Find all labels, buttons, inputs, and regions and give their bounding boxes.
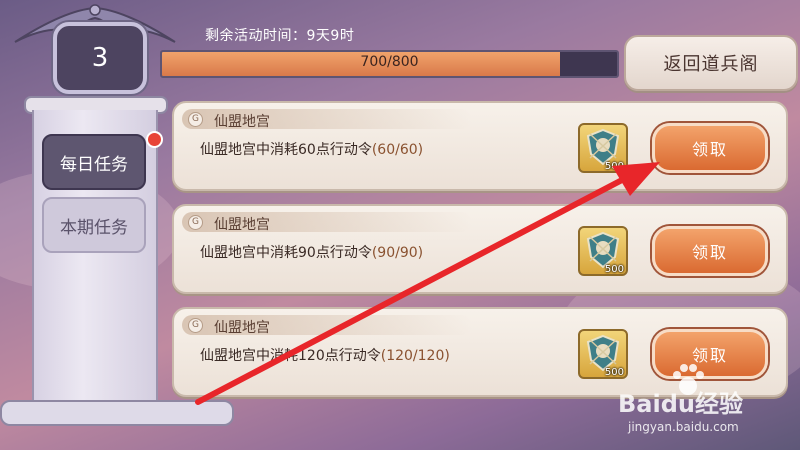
task-card: G 仙盟地宫 仙盟地宫中消耗60点行动令(60/60) 500 领取 <box>172 101 788 191</box>
task-description: 仙盟地宫中消耗60点行动令(60/60) <box>200 139 423 159</box>
bullet-icon: G <box>188 318 203 333</box>
bullet-icon: G <box>188 112 203 127</box>
task-progress: (90/90) <box>371 245 424 261</box>
return-button[interactable]: 返回道兵阁 <box>624 35 798 91</box>
task-title: 仙盟地宫 <box>214 320 270 336</box>
card-header: G 仙盟地宫 <box>182 109 472 130</box>
reward-count: 500 <box>604 161 624 172</box>
task-desc-text: 仙盟地宫中消耗120点行动令 <box>200 348 381 364</box>
card-header: G 仙盟地宫 <box>182 315 472 336</box>
level-number: 3 <box>53 22 147 94</box>
claim-button[interactable]: 领取 <box>652 226 768 276</box>
notification-dot <box>146 131 163 148</box>
level-badge-frame: 3 <box>0 0 190 95</box>
progress-text: 700/800 <box>360 54 419 70</box>
task-description: 仙盟地宫中消耗120点行动令(120/120) <box>200 345 450 365</box>
progress-bar: 700/800 <box>160 50 619 78</box>
tab-period-tasks[interactable]: 本期任务 <box>42 197 146 253</box>
task-progress: (60/60) <box>371 142 424 158</box>
task-progress: (120/120) <box>380 348 450 364</box>
task-card: G 仙盟地宫 仙盟地宫中消耗90点行动令(90/90) 500 领取 <box>172 204 788 294</box>
watermark: Baidu经验 jingyan.baidu.com <box>588 360 798 450</box>
scroll-bottom-rod <box>0 400 234 426</box>
task-title: 仙盟地宫 <box>214 114 270 130</box>
card-header: G 仙盟地宫 <box>182 212 472 233</box>
reward-item[interactable]: 500 <box>578 123 628 173</box>
watermark-url: jingyan.baidu.com <box>628 420 739 434</box>
task-description: 仙盟地宫中消耗90点行动令(90/90) <box>200 242 423 262</box>
watermark-logo: Baidu经验 <box>618 390 743 418</box>
task-desc-text: 仙盟地宫中消耗90点行动令 <box>200 245 372 261</box>
tab-daily-tasks[interactable]: 每日任务 <box>42 134 146 190</box>
claim-button[interactable]: 领取 <box>652 123 768 173</box>
bullet-icon: G <box>188 215 203 230</box>
event-timer: 剩余活动时间：9天9时 <box>205 28 355 44</box>
task-desc-text: 仙盟地宫中消耗60点行动令 <box>200 142 372 158</box>
reward-count: 500 <box>604 264 624 275</box>
reward-item[interactable]: 500 <box>578 226 628 276</box>
task-title: 仙盟地宫 <box>214 217 270 233</box>
